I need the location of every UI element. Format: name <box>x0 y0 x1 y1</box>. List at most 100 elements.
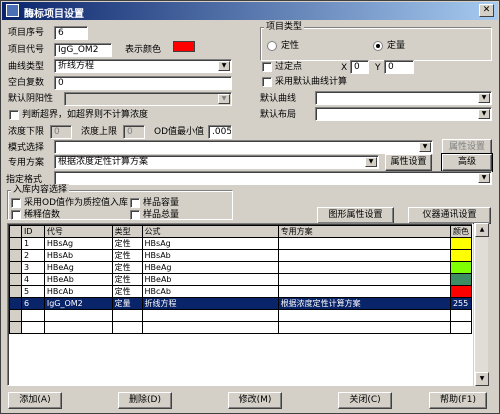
format-select[interactable]: ▼ <box>54 171 492 185</box>
app-icon <box>6 4 19 17</box>
blank-input[interactable]: 0 <box>54 76 232 90</box>
cell-id: 3 <box>20 261 45 274</box>
column-header[interactable]: 代号 <box>43 225 113 238</box>
cell-code: HBsAg <box>43 237 113 250</box>
seq-input[interactable]: 6 <box>54 26 88 40</box>
empty-cell <box>111 321 143 334</box>
close-button[interactable]: 关闭(C) <box>338 392 392 409</box>
use-od-checkbox[interactable] <box>11 198 21 208</box>
scroll-up-icon[interactable]: ▲ <box>475 223 489 237</box>
sample-volume-checkbox[interactable] <box>130 198 140 208</box>
cell-type: 定性 <box>111 261 143 274</box>
od-min-input[interactable]: .005 <box>208 125 232 139</box>
row-indicator[interactable] <box>9 261 22 274</box>
out-of-range-checkbox[interactable] <box>9 110 19 120</box>
empty-table-row <box>9 309 472 322</box>
cell-formula: HBsAg <box>141 237 279 250</box>
pass-point-checkbox[interactable] <box>262 62 272 72</box>
special-select[interactable]: 根据浓度定性计算方案 ▼ <box>54 155 379 169</box>
conc-lower-input[interactable]: 0 <box>50 125 72 139</box>
cell-type: 定量 <box>111 297 143 310</box>
cell-id: 6 <box>20 297 45 310</box>
cell-code: HBeAg <box>43 261 113 274</box>
instrument-settings-button[interactable]: 仪器通讯设置 <box>408 207 491 224</box>
x-input[interactable]: 0 <box>350 60 369 74</box>
column-header[interactable]: 公式 <box>141 225 279 238</box>
default-neg-select[interactable]: ▼ <box>64 92 232 106</box>
empty-cell <box>449 309 472 322</box>
cell-formula: HBeAg <box>141 261 279 274</box>
blank-label: 空白复数 <box>8 78 45 88</box>
y-input[interactable]: 0 <box>384 60 414 74</box>
advanced-button[interactable]: 高级 <box>441 153 493 172</box>
close-window-button[interactable]: ✕ <box>479 4 494 17</box>
qualitative-radio[interactable] <box>267 41 277 51</box>
table-row[interactable]: 1 HBsAg 定性 HBsAg <box>9 237 472 250</box>
conc-upper-input[interactable]: 0 <box>123 125 145 139</box>
empty-cell <box>43 321 113 334</box>
chevron-down-icon: ▼ <box>419 142 431 152</box>
table-row[interactable]: 4 HBeAb 定性 HBeAb <box>9 273 472 286</box>
cell-code: HBeAb <box>43 273 113 286</box>
curve-type-value: 折线方程 <box>58 61 95 71</box>
sample-total-label: 样品总量 <box>143 210 180 220</box>
attr-settings-button[interactable]: 属性设置 <box>385 154 432 171</box>
column-header[interactable]: 专用方案 <box>277 225 451 238</box>
code-label: 项目代号 <box>8 45 45 55</box>
empty-cell <box>141 321 279 334</box>
chevron-down-icon: ▼ <box>478 173 490 183</box>
quantitative-label: 定量 <box>387 41 406 51</box>
cell-scheme <box>277 261 451 274</box>
default-curve-select[interactable]: ▼ <box>315 91 492 105</box>
table-row[interactable]: 2 HBsAb 定性 HBsAb <box>9 249 472 262</box>
color-swatch[interactable] <box>173 41 195 52</box>
empty-cell <box>277 321 451 334</box>
row-indicator[interactable] <box>9 297 22 310</box>
column-header[interactable]: ID <box>20 225 45 238</box>
empty-cell <box>9 321 22 334</box>
cell-scheme <box>277 249 451 262</box>
table-row[interactable]: 3 HBeAg 定性 HBeAg <box>9 261 472 274</box>
od-min-label: OD值最小值 <box>154 127 205 137</box>
help-button[interactable]: 帮助(F1) <box>429 392 487 409</box>
row-indicator[interactable] <box>9 285 22 298</box>
use-od-label: 采用OD值作为质控值入库 <box>24 198 129 208</box>
qualitative-label: 定性 <box>281 41 300 51</box>
table-row[interactable]: 5 HBcAb 定性 HBcAb <box>9 285 472 298</box>
quantitative-radio[interactable] <box>373 41 383 51</box>
pass-point-label: 过定点 <box>275 62 303 72</box>
cell-color <box>449 273 472 286</box>
code-input[interactable]: IgG_OM2 <box>54 43 112 57</box>
modify-button[interactable]: 修改(M) <box>228 392 282 409</box>
chart-settings-button[interactable]: 图形属性设置 <box>317 207 394 224</box>
cell-code: HBsAb <box>43 249 113 262</box>
table-scrollbar[interactable]: ▲ ▼ <box>474 223 489 386</box>
special-value: 根据浓度定性计算方案 <box>58 157 149 167</box>
dilution-checkbox[interactable] <box>11 210 21 220</box>
cell-color <box>449 285 472 298</box>
use-default-curve-label: 采用默认曲线计算 <box>275 77 348 87</box>
table-row[interactable]: 6 IgG_OM2 定量 折线方程 根据浓度定性计算方案 255 <box>9 297 472 310</box>
cell-formula: HBeAb <box>141 273 279 286</box>
row-indicator[interactable] <box>9 249 22 262</box>
project-type-title: 项目类型 <box>264 21 305 33</box>
curve-type-select[interactable]: 折线方程 ▼ <box>54 59 232 73</box>
column-header[interactable]: 颜色 <box>449 225 472 238</box>
mode-select[interactable]: ▼ <box>54 140 433 154</box>
column-header[interactable]: 类型 <box>111 225 143 238</box>
add-button[interactable]: 添加(A) <box>8 392 62 409</box>
chevron-down-icon: ▼ <box>365 157 377 167</box>
cell-color <box>449 261 472 274</box>
scroll-down-icon[interactable]: ▼ <box>475 372 489 386</box>
sample-total-checkbox[interactable] <box>130 210 140 220</box>
cell-color <box>449 237 472 250</box>
use-default-curve-checkbox[interactable] <box>262 77 272 87</box>
delete-button[interactable]: 删除(D) <box>118 392 172 409</box>
default-layout-label: 默认布局 <box>260 110 297 120</box>
cell-type: 定性 <box>111 273 143 286</box>
cell-type: 定性 <box>111 249 143 262</box>
default-layout-select[interactable]: ▼ <box>315 107 492 121</box>
cell-id: 2 <box>20 249 45 262</box>
row-indicator[interactable] <box>9 237 22 250</box>
row-indicator[interactable] <box>9 273 22 286</box>
